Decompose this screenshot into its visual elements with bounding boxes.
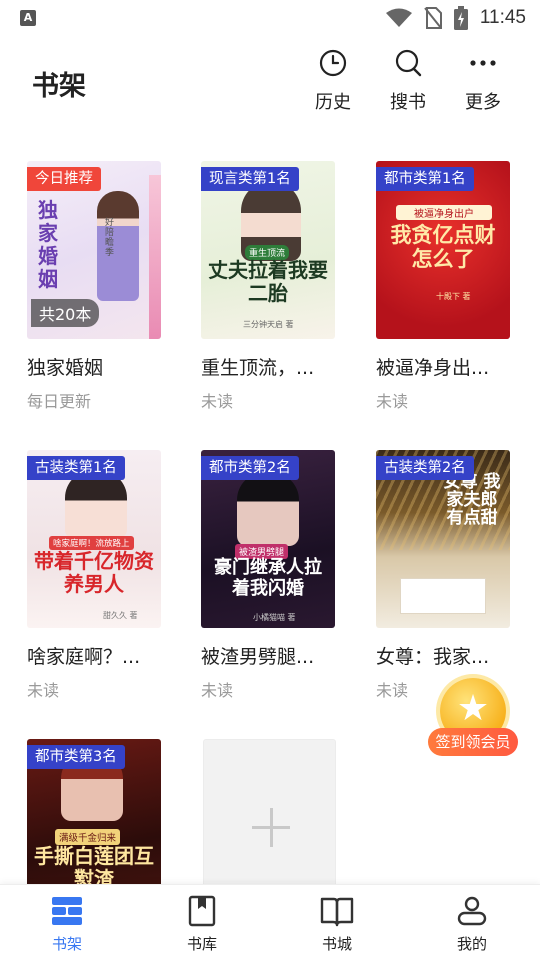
page-title: 书架 bbox=[32, 71, 86, 102]
no-sim-icon bbox=[424, 7, 442, 29]
book-cover[interactable]: 重生顶流 丈夫拉着我要二胎 三分钟天启 著 现言类第1名 bbox=[201, 161, 335, 339]
cover-tag: 被逼净身出户 bbox=[396, 205, 492, 220]
book-badge: 古装类第2名 bbox=[376, 456, 474, 480]
history-button[interactable]: 历史 bbox=[303, 48, 363, 114]
book-badge: 古装类第1名 bbox=[27, 456, 125, 480]
profile-icon bbox=[457, 896, 487, 926]
book-status: 未读 bbox=[376, 392, 409, 411]
search-button[interactable]: 搜书 bbox=[378, 48, 438, 114]
book-item[interactable]: 独家婚姻 好陪瞻季 今日推荐 共20本 独家婚姻 每日更新 bbox=[27, 161, 167, 412]
more-icon bbox=[470, 60, 496, 66]
cover-author: 三分钟天启 著 bbox=[243, 320, 294, 329]
book-cover[interactable]: 被逼净身出户 我贪亿点财怎么了 十殿下 著 都市类第1名 bbox=[376, 161, 510, 339]
book-item[interactable]: 被渣男劈腿 豪门继承人拉着我闪婚 小橘猫喵 著 都市类第2名 被渣男劈腿... … bbox=[201, 450, 341, 701]
book-title: 女尊：我家... bbox=[376, 646, 490, 668]
book-status: 未读 bbox=[201, 681, 234, 700]
more-button[interactable]: 更多 bbox=[453, 48, 513, 114]
book-cover[interactable]: 啥家庭啊！流放路上 带着千亿物资养男人 甜久久 著 古装类第1名 bbox=[27, 450, 161, 628]
book-cover[interactable]: 独家婚姻 好陪瞻季 今日推荐 共20本 bbox=[27, 161, 161, 339]
book-status: 未读 bbox=[27, 681, 60, 700]
cover-title: 我贪亿点财怎么了 bbox=[390, 223, 496, 272]
book-item[interactable]: 满级千金归来 手撕白莲团互懟渣 都市类第3名 bbox=[27, 739, 167, 884]
add-book-button[interactable] bbox=[203, 739, 336, 889]
book-status: 每日更新 bbox=[27, 392, 92, 411]
book-status: 未读 bbox=[201, 392, 234, 411]
cover-author: 好陪瞻季 bbox=[105, 218, 115, 258]
cover-title: 女尊 我家夫郎有点甜 bbox=[443, 472, 501, 528]
battery-charging-icon bbox=[453, 6, 468, 30]
nav-label: 书库 bbox=[186, 935, 217, 953]
book-item[interactable]: 被逼净身出户 我贪亿点财怎么了 十殿下 著 都市类第1名 被逼净身出... 未读 bbox=[376, 161, 516, 412]
cover-title: 手撕白莲团互懟渣 bbox=[34, 844, 154, 885]
bottom-nav: 书架 书库 书城 我的 bbox=[0, 884, 540, 960]
bookstore-icon bbox=[320, 897, 354, 927]
book-cover[interactable]: 女尊 我家夫郎有点甜 古装类第2名 bbox=[376, 450, 510, 628]
book-title: 被逼净身出... bbox=[376, 357, 490, 379]
book-item[interactable]: 啥家庭啊！流放路上 带着千亿物资养男人 甜久久 著 古装类第1名 啥家庭啊？..… bbox=[27, 450, 167, 701]
notification-icon: A bbox=[20, 10, 36, 26]
cover-author: 小橘猫喵 著 bbox=[253, 613, 296, 622]
book-title: 独家婚姻 bbox=[27, 357, 104, 379]
cover-tag: 满级千金归来 bbox=[55, 829, 121, 845]
nav-bookshelf[interactable]: 书架 bbox=[27, 895, 107, 954]
nav-label: 书城 bbox=[321, 935, 352, 953]
book-cover[interactable]: 被渣男劈腿 豪门继承人拉着我闪婚 小橘猫喵 著 都市类第2名 bbox=[201, 450, 335, 628]
search-label: 搜书 bbox=[390, 92, 426, 113]
book-title: 重生顶流，... bbox=[201, 357, 315, 379]
library-icon bbox=[188, 895, 216, 927]
cover-author: 十殿下 著 bbox=[436, 292, 471, 301]
cover-title: 丈夫拉着我要二胎 bbox=[208, 258, 328, 305]
history-label: 历史 bbox=[315, 92, 351, 113]
book-item[interactable]: 重生顶流 丈夫拉着我要二胎 三分钟天启 著 现言类第1名 重生顶流，... 未读 bbox=[201, 161, 341, 412]
sign-in-floating-button[interactable]: ★ 签到领会员 bbox=[428, 676, 520, 760]
nav-profile[interactable]: 我的 bbox=[432, 895, 512, 954]
wifi-icon bbox=[385, 8, 412, 27]
book-badge: 都市类第3名 bbox=[27, 745, 125, 769]
book-title: 被渣男劈腿... bbox=[201, 646, 315, 668]
book-item[interactable]: 女尊 我家夫郎有点甜 古装类第2名 女尊：我家... 未读 bbox=[376, 450, 516, 701]
cover-author: 甜久久 著 bbox=[103, 611, 138, 620]
more-label: 更多 bbox=[465, 92, 501, 113]
clock-time: 11:45 bbox=[479, 7, 526, 28]
book-title: 啥家庭啊？... bbox=[27, 646, 141, 668]
book-cover[interactable]: 满级千金归来 手撕白莲团互懟渣 都市类第3名 bbox=[27, 739, 161, 884]
clock-icon bbox=[319, 49, 347, 77]
book-badge: 今日推荐 bbox=[27, 167, 101, 191]
cover-tag: 啥家庭啊！流放路上 bbox=[49, 536, 134, 550]
search-icon bbox=[395, 49, 422, 77]
sign-in-label: 签到领会员 bbox=[428, 728, 518, 756]
cover-title: 独家婚姻 bbox=[38, 198, 58, 291]
bookshelf-icon bbox=[52, 897, 82, 925]
status-bar: A 11:45 bbox=[0, 0, 540, 36]
book-badge: 现言类第1名 bbox=[201, 167, 299, 191]
cover-title: 豪门继承人拉着我闪婚 bbox=[214, 557, 322, 599]
nav-label: 书架 bbox=[51, 935, 82, 953]
nav-library[interactable]: 书库 bbox=[162, 895, 242, 954]
cover-title: 带着千亿物资养男人 bbox=[34, 549, 154, 596]
book-badge: 都市类第2名 bbox=[201, 456, 299, 480]
book-count-chip: 共20本 bbox=[31, 299, 100, 327]
nav-bookstore[interactable]: 书城 bbox=[297, 895, 377, 954]
book-badge: 都市类第1名 bbox=[376, 167, 474, 191]
nav-label: 我的 bbox=[456, 935, 487, 953]
